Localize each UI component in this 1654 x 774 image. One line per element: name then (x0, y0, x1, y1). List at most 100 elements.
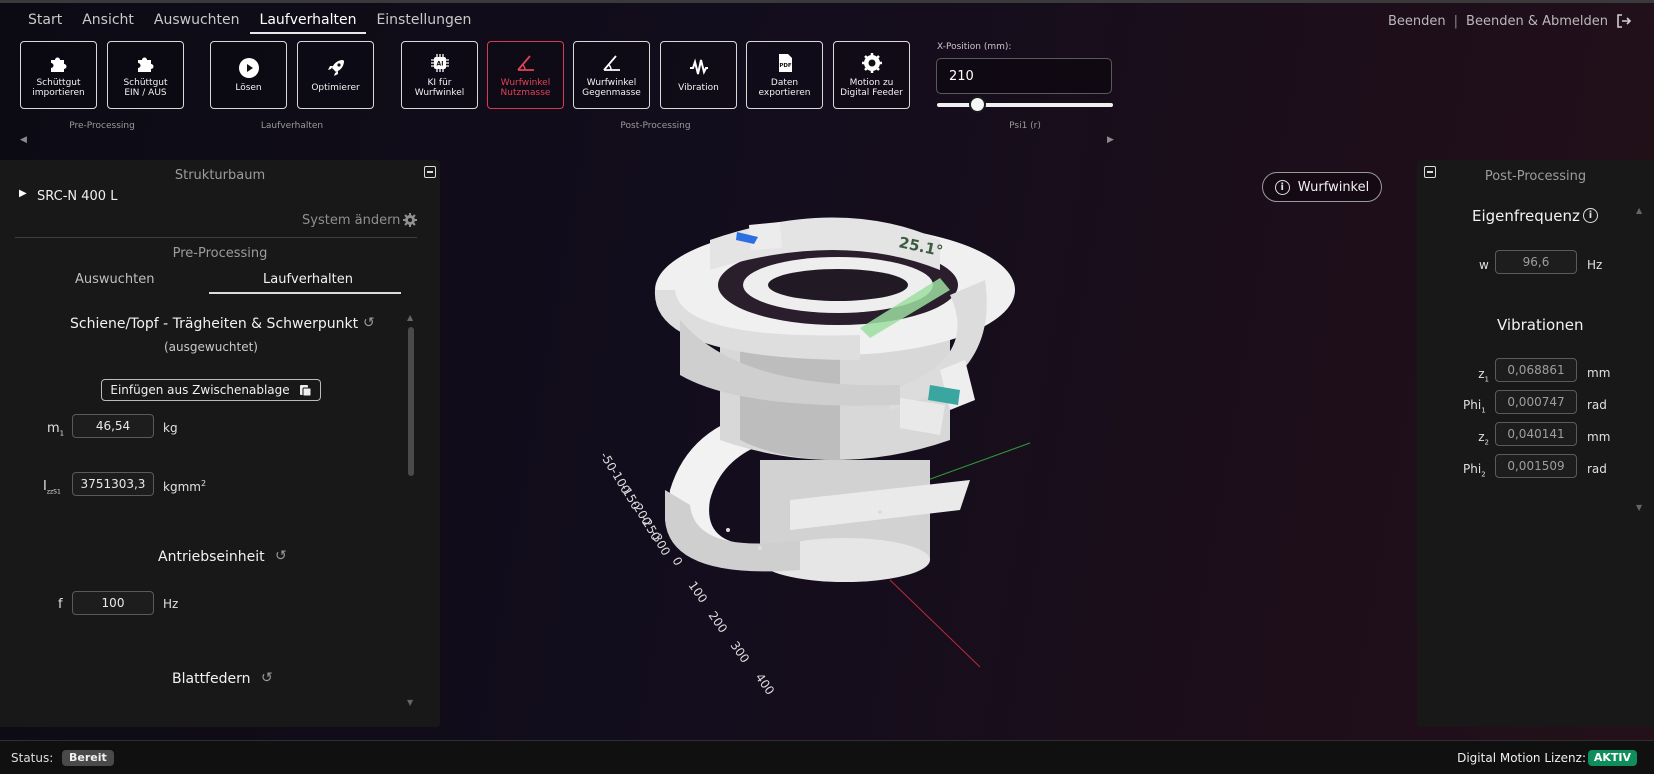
scroll-down-icon[interactable]: ▼ (407, 698, 413, 707)
tree-root-item[interactable]: SRC-N 400 L (37, 189, 117, 204)
info-icon[interactable]: i (1583, 208, 1598, 223)
angle-payload-button[interactable]: Wurfwinkel Nutzmasse (487, 41, 564, 109)
paste-button-label: Einfügen aus Zwischenablage (110, 383, 290, 397)
springs-section-title: Blattfedern (172, 671, 251, 687)
menu-ansicht[interactable]: Ansicht (72, 12, 144, 34)
settings-gear-icon[interactable] (402, 212, 418, 228)
x-position-input[interactable] (936, 58, 1112, 94)
logout-icon[interactable] (1616, 13, 1632, 29)
postprocessing-title: Post-Processing (1484, 169, 1587, 184)
tab-auswuchten[interactable]: Auswuchten (75, 272, 155, 287)
angle-icon (601, 52, 623, 74)
3d-viewport[interactable]: -50 -100 -150 -200 -250 -300 0 100 200 3… (440, 160, 1417, 727)
button-label: Wurfwinkel Gegenmasse (582, 78, 641, 98)
z1-label: z1 (1478, 367, 1489, 384)
paste-clipboard-button[interactable]: Einfügen aus Zwischenablage (101, 379, 321, 401)
svg-text:AI: AI (436, 61, 443, 68)
angle-icon (515, 52, 537, 74)
throw-angle-button[interactable]: i Wurfwinkel (1262, 172, 1382, 202)
button-label: Schüttgut importieren (32, 78, 85, 98)
gear-icon (861, 52, 883, 74)
group-label-preprocessing: Pre-Processing (69, 121, 135, 131)
ai-angle-button[interactable]: AI KI für Wurfwinkel (401, 41, 478, 109)
rocket-icon (325, 57, 347, 79)
phi2-value-field: 0,001509 (1495, 454, 1577, 478)
license-label: Digital Motion Lizenz: (1457, 751, 1586, 765)
axis-tick-label: 400 (753, 671, 778, 698)
izz-unit: kgmm2 (163, 479, 207, 494)
status-bar: Status: Bereit Digital Motion Lizenz: AK… (0, 740, 1654, 774)
status-label: Status: (11, 751, 54, 765)
psi-slider-track[interactable] (937, 103, 1113, 107)
puzzle-icon (48, 52, 70, 74)
group-label-psi: Psi1 (r) (1009, 121, 1041, 131)
toggle-bulk-button[interactable]: Schüttgut EIN / AUS (107, 41, 184, 109)
angle-countermass-button[interactable]: Wurfwinkel Gegenmasse (573, 41, 650, 109)
tab-laufverhalten[interactable]: Laufverhalten (263, 272, 353, 287)
phi1-value-field: 0,000747 (1495, 390, 1577, 414)
structure-tree-title: Strukturbaum (174, 168, 266, 183)
f-label: f (58, 597, 63, 612)
vibrations-title: Vibrationen (1497, 316, 1584, 334)
toolbar-scroll-left[interactable]: ◀ (20, 135, 27, 145)
w-label: w (1479, 258, 1489, 272)
w-value-field: 96,6 (1495, 250, 1577, 274)
scroll-up-icon[interactable]: ▲ (407, 313, 413, 322)
optimizer-button[interactable]: Optimierer (297, 41, 374, 109)
z1-unit: mm (1587, 366, 1611, 380)
m1-input[interactable]: 46,54 (72, 414, 154, 438)
f-unit: Hz (163, 597, 179, 611)
divider (15, 237, 417, 238)
axis-tick-label: 300 (728, 639, 753, 666)
reset-icon[interactable]: ↺ (275, 548, 287, 564)
vibration-icon (688, 57, 710, 79)
export-data-button[interactable]: PDF Daten exportieren (746, 41, 823, 109)
z1-value-field: 0,068861 (1495, 358, 1577, 382)
main-menu: Start Ansicht Auswuchten Laufverhalten E… (28, 12, 481, 34)
eigenfrequency-title: Eigenfrequenz (1472, 207, 1580, 225)
left-panel-scrollbar[interactable] (408, 327, 414, 476)
toolbar-scroll-right[interactable]: ▶ (1107, 135, 1114, 145)
axis-tick-label: 100 (686, 579, 711, 606)
button-label: Vibration (678, 83, 719, 93)
menu-laufverhalten[interactable]: Laufverhalten (249, 12, 367, 34)
phi2-label: Phi2 (1463, 462, 1486, 479)
z2-value-field: 0,040141 (1495, 422, 1577, 446)
scroll-down-icon[interactable]: ▼ (1636, 503, 1642, 512)
button-label: Wurfwinkel Nutzmasse (500, 78, 551, 98)
z2-label: z2 (1478, 430, 1489, 447)
change-system-link[interactable]: System ändern (302, 213, 400, 228)
motion-to-feeder-button[interactable]: Motion zu Digital Feeder (833, 41, 910, 109)
group-label-postprocessing: Post-Processing (620, 121, 691, 131)
x-position-label: X-Position (mm): (937, 42, 1012, 52)
quit-logout-link[interactable]: Beenden & Abmelden (1466, 14, 1608, 29)
menu-einstellungen[interactable]: Einstellungen (366, 12, 481, 34)
feeder-bowl-model (654, 217, 1015, 582)
import-bulk-button[interactable]: Schüttgut importieren (20, 41, 97, 109)
m1-unit: kg (163, 421, 178, 435)
vibration-button[interactable]: Vibration (660, 41, 737, 109)
phi2-unit: rad (1587, 462, 1607, 476)
reset-icon[interactable]: ↺ (363, 315, 375, 331)
inertia-section-title: Schiene/Topf - Trägheiten & Schwerpunkt (70, 316, 359, 332)
throw-angle-label: Wurfwinkel (1297, 179, 1370, 195)
button-label: Daten exportieren (758, 78, 811, 98)
menu-start[interactable]: Start (28, 12, 72, 34)
psi-slider-thumb[interactable] (969, 96, 987, 113)
reset-icon[interactable]: ↺ (261, 670, 273, 686)
f-input[interactable]: 100 (72, 591, 154, 615)
menu-auswuchten[interactable]: Auswuchten (144, 12, 250, 34)
pdf-icon: PDF (774, 52, 796, 74)
tree-expand-icon[interactable]: ▶ (19, 188, 27, 199)
scroll-up-icon[interactable]: ▲ (1636, 206, 1642, 215)
active-tab-underline (209, 292, 401, 294)
axis-tick-label: 0 (669, 555, 685, 569)
quit-link[interactable]: Beenden (1388, 14, 1446, 29)
m1-label: m1 (47, 421, 65, 438)
solve-button[interactable]: Lösen (210, 41, 287, 109)
svg-text:PDF: PDF (779, 63, 792, 69)
button-label: Motion zu Digital Feeder (840, 78, 903, 98)
collapse-icon[interactable] (424, 166, 436, 178)
drive-section-title: Antriebseinheit (158, 549, 265, 565)
izz-input[interactable]: 3751303,3 (72, 472, 154, 496)
